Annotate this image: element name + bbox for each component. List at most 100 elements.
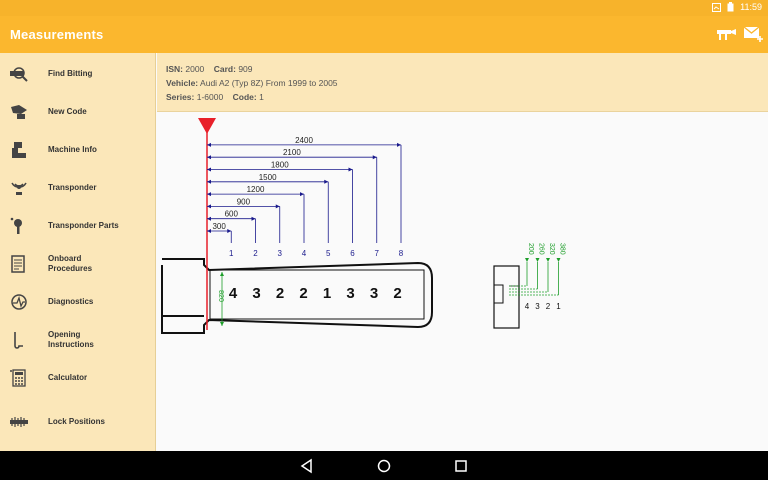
bitting-digit: 3 <box>370 285 378 302</box>
sidebar-item-opening-instructions[interactable]: Opening Instructions <box>0 321 156 359</box>
back-icon[interactable] <box>299 458 315 474</box>
recents-icon[interactable] <box>453 458 469 474</box>
blade-height-arrow-top <box>220 272 224 276</box>
vehicle-row: Vehicle: Audi A2 (Typ 8Z) From 1999 to 2… <box>166 78 338 88</box>
blade-height-label: 820 <box>217 290 224 302</box>
cut-number-label: 8 <box>399 249 404 258</box>
cut-distance-label: 900 <box>237 197 251 206</box>
sidebar-item-new-code[interactable]: New Code <box>0 93 156 131</box>
depth-value-label: 200 <box>527 243 534 255</box>
cut-distance-label: 300 <box>212 222 226 231</box>
screenshot-icon <box>712 2 722 12</box>
sidebar-item-label: Diagnostics <box>48 297 94 306</box>
transponder-icon <box>11 182 27 195</box>
depth-cut-label: 2 <box>546 302 551 311</box>
calculator-icon <box>10 369 26 387</box>
blade-height-arrow-bottom <box>220 322 224 326</box>
depth-arrow <box>556 258 561 262</box>
depth-arrow <box>535 258 540 262</box>
sidebar-item-lock-positions[interactable]: Lock Positions <box>0 403 156 441</box>
depth-value-label: 380 <box>559 243 566 255</box>
cut-number-label: 1 <box>229 249 234 258</box>
bitting-digit: 3 <box>252 285 260 302</box>
cut-distance-label: 1200 <box>247 185 265 194</box>
battery-icon <box>727 2 734 12</box>
home-icon[interactable] <box>376 458 392 474</box>
sidebar-item-label: Lock Positions <box>48 417 105 426</box>
sidebar-item-machine-info[interactable]: Machine Info <box>0 131 156 169</box>
cut-distance-label: 2100 <box>283 148 301 157</box>
opening-instructions-icon <box>14 332 23 349</box>
cut-number-label: 3 <box>278 249 283 258</box>
sidebar-item-calculator[interactable]: Calculator <box>0 359 156 397</box>
bitting-digit: 3 <box>346 285 354 302</box>
sidebar-item-label: Transponder Parts <box>48 221 119 230</box>
sidebar-item-label: New Code <box>48 107 87 116</box>
dimension-arrow-end <box>300 192 304 197</box>
status-bar: 11:59 <box>0 0 768 16</box>
depth-value-label: 320 <box>548 243 555 255</box>
sidebar-item-transponder[interactable]: Transponder <box>0 169 156 207</box>
sidebar-item-transponder-parts[interactable]: Transponder Parts <box>0 207 156 245</box>
sidebar-item-diagnostics[interactable]: Diagnostics <box>0 283 156 321</box>
key-cross-section <box>493 265 520 329</box>
bitting-digit: 4 <box>229 285 238 302</box>
find-bitting-icon <box>10 67 28 82</box>
mail-add-icon[interactable] <box>743 24 765 44</box>
dimension-arrow-end <box>251 216 256 221</box>
cut-number-label: 4 <box>302 249 307 258</box>
depth-arrow <box>546 258 550 262</box>
cut-number-label: 2 <box>253 249 258 258</box>
bitting-digit: 2 <box>299 285 307 302</box>
depth-arrow <box>525 258 529 262</box>
key-cross-section-groove <box>493 284 504 304</box>
bitting-digit: 2 <box>393 285 401 302</box>
key-info-panel: ISN: 2000 Card: 909 Vehicle: Audi A2 (Ty… <box>157 53 768 112</box>
transponder-parts-icon <box>10 217 22 234</box>
machine-icon <box>12 142 26 158</box>
app-bar: Measurements <box>0 16 768 53</box>
sidebar-item-label: Machine Info <box>48 145 97 154</box>
cut-distance-label: 1500 <box>259 173 277 182</box>
status-time: 11:59 <box>740 2 762 12</box>
bitting-digit: 1 <box>323 285 331 302</box>
system-nav-bar <box>0 451 768 480</box>
sidebar-item-find-bitting[interactable]: Find Bitting <box>0 55 156 93</box>
key-machine-icon[interactable] <box>715 24 737 44</box>
sidebar-item-label: Onboard Procedures <box>48 254 93 273</box>
bitting-digit: 2 <box>276 285 284 302</box>
depth-cut-label: 3 <box>535 302 540 311</box>
lock-positions-icon <box>10 417 28 427</box>
dimension-arrow-end <box>227 229 232 233</box>
cut-number-label: 7 <box>375 249 380 258</box>
depth-cut-label: 1 <box>556 302 561 311</box>
dimension-arrow-end <box>397 142 401 147</box>
onboard-procedures-icon <box>11 255 25 273</box>
cut-distance-label: 600 <box>225 210 239 219</box>
series-code-row: Series: 1-6000 Code: 1 <box>166 92 264 102</box>
cut-number-label: 5 <box>326 249 331 258</box>
diagnostics-icon <box>11 294 27 310</box>
page-title: Measurements <box>10 27 104 42</box>
sidebar-item-label: Opening Instructions <box>48 330 94 349</box>
cut-distance-label: 1800 <box>271 161 289 170</box>
sidebar-item-label: Find Bitting <box>48 69 93 78</box>
sidebar-item-label: Transponder <box>48 183 97 192</box>
depth-value-label: 260 <box>538 243 545 255</box>
shoulder-stop-marker <box>198 118 216 134</box>
cut-number-label: 6 <box>350 249 355 258</box>
cut-distance-label: 2400 <box>295 136 313 145</box>
isn-card-row: ISN: 2000 Card: 909 <box>166 64 253 74</box>
dimension-arrow-end <box>324 179 329 184</box>
sidebar-item-label: Calculator <box>48 373 88 382</box>
dimension-arrow-end <box>275 204 280 209</box>
sidebar: Find Bitting New Code Machine Info Trans… <box>0 53 156 451</box>
depth-cut-label: 4 <box>525 302 530 311</box>
key-measurement-diagram: 30016002900312004150051800621007240084 3 2… <box>161 118 566 334</box>
dimension-arrow-end <box>348 167 353 172</box>
dimension-arrow-end <box>372 155 377 160</box>
new-code-icon <box>11 105 27 119</box>
key-blade-inner <box>209 269 425 320</box>
sidebar-item-onboard-procedures[interactable]: Onboard Procedures <box>0 245 156 283</box>
key-drawing-area: 300 1 600 2 900 3 1200 4 1500 5 1800 6 2100 7 2400 8 4 3 2… <box>157 112 768 451</box>
